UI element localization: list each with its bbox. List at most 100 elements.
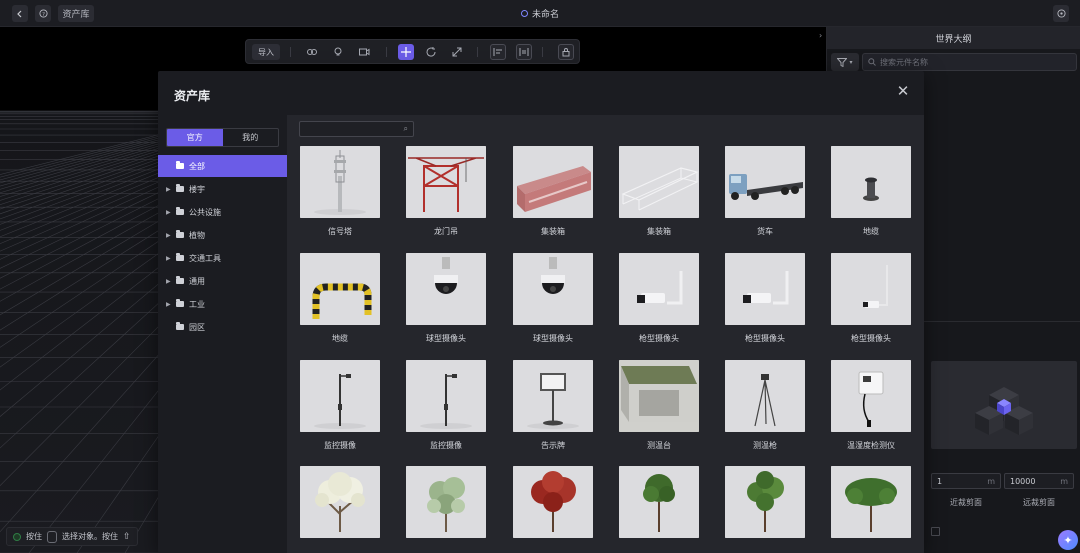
category-item[interactable]: ▶ 楼宇 — [158, 178, 287, 200]
outline-search-input[interactable]: 搜索元件名称 — [862, 53, 1077, 71]
asset-card[interactable]: 集装箱 — [513, 146, 593, 237]
asset-thumbnail-image — [619, 146, 699, 218]
link-tool-button[interactable] — [304, 44, 320, 60]
category-item[interactable]: 全部 — [158, 155, 287, 177]
asset-label: 龙门吊 — [434, 227, 458, 236]
asset-card[interactable]: 货车 — [725, 146, 805, 237]
asset-thumbnail — [513, 253, 593, 325]
asset-thumbnail — [725, 466, 805, 538]
asset-card[interactable]: 告示牌 — [513, 360, 593, 451]
asset-thumbnail — [725, 360, 805, 432]
top-bar: ? 资产库 未命名 — [0, 0, 1080, 27]
asset-thumbnail-image — [513, 466, 593, 538]
asset-thumbnail — [619, 146, 699, 218]
asset-card[interactable]: 枪型摄像头 — [831, 253, 911, 344]
help-button[interactable]: ? — [35, 5, 51, 22]
scale-tool-button[interactable] — [449, 44, 465, 60]
asset-thumbnail-image — [725, 253, 805, 325]
category-item[interactable]: 园区 — [158, 316, 287, 338]
category-item[interactable]: ▶ 交通工具 — [158, 247, 287, 269]
asset-card[interactable]: 枪型摄像头 — [725, 253, 805, 344]
folder-icon — [176, 276, 184, 284]
asset-card[interactable] — [831, 466, 911, 546]
asset-label: 球型摄像头 — [533, 334, 573, 343]
align-tool-button[interactable] — [490, 44, 506, 60]
outline-search-row: ▾ 搜索元件名称 — [831, 53, 1077, 71]
ai-assistant-button[interactable]: ✦ — [1058, 530, 1078, 550]
asset-thumbnail — [831, 466, 911, 538]
folder-icon — [176, 322, 184, 330]
asset-label: 货车 — [757, 227, 773, 236]
asset-label: 集装箱 — [647, 227, 671, 236]
asset-label: 地缆 — [332, 334, 348, 343]
asset-card[interactable]: 温湿度检测仪 — [831, 360, 911, 451]
document-title: 未命名 — [0, 0, 1080, 27]
lock-tool-button[interactable] — [558, 44, 574, 60]
asset-card[interactable]: 监控摄像 — [300, 360, 380, 451]
hint-press-text: 按住 — [26, 532, 42, 541]
lock-icon — [562, 48, 570, 57]
tab-official[interactable]: 官方 — [167, 129, 223, 146]
svg-text:?: ? — [42, 12, 45, 18]
camera-tool-button[interactable] — [356, 44, 372, 60]
settings-button[interactable] — [1053, 5, 1069, 22]
asset-card[interactable]: 集装箱 — [619, 146, 699, 237]
tab-mine[interactable]: 我的 — [223, 129, 279, 146]
category-item[interactable]: ▶ 工业 — [158, 293, 287, 315]
light-tool-button[interactable] — [330, 44, 346, 60]
folder-icon — [176, 230, 184, 238]
scale-icon — [452, 47, 462, 57]
asset-card[interactable]: 球型摄像头 — [406, 253, 486, 344]
caret-right-icon[interactable]: ▶ — [166, 255, 176, 262]
import-button[interactable]: 导入 — [252, 44, 280, 60]
camera-preview — [931, 361, 1077, 449]
caret-right-icon[interactable]: ▶ — [166, 186, 176, 193]
asset-card[interactable] — [300, 466, 380, 546]
asset-thumbnail-image — [831, 466, 911, 538]
asset-search-input[interactable]: ⌕ — [299, 121, 414, 137]
asset-card[interactable]: 测温枪 — [725, 360, 805, 451]
rotate-tool-button[interactable] — [423, 44, 439, 60]
asset-card[interactable]: 信号塔 — [300, 146, 380, 237]
caret-right-icon[interactable]: ▶ — [166, 301, 176, 308]
distribute-tool-button[interactable] — [516, 44, 532, 60]
near-clip-value: 1 — [937, 476, 943, 486]
back-button[interactable] — [12, 5, 28, 22]
asset-card[interactable] — [513, 466, 593, 546]
asset-thumbnail — [300, 146, 380, 218]
asset-card[interactable]: 枪型摄像头 — [619, 253, 699, 344]
move-tool-button[interactable] — [398, 44, 414, 60]
category-item[interactable]: ▶ 公共设施 — [158, 201, 287, 223]
far-clip-input[interactable]: 10000 m — [1004, 473, 1074, 489]
caret-right-icon[interactable]: ▶ — [166, 278, 176, 285]
filter-icon — [837, 57, 848, 67]
category-item[interactable]: ▶ 植物 — [158, 224, 287, 246]
caret-right-icon[interactable]: ▶ — [166, 209, 176, 216]
filter-button[interactable]: ▾ — [831, 53, 859, 71]
collapse-panel-button[interactable]: › — [819, 31, 827, 45]
close-icon[interactable]: ✕ — [896, 84, 910, 99]
sparkle-icon: ✦ — [1063, 533, 1073, 547]
option-checkbox[interactable] — [931, 527, 940, 536]
asset-card[interactable]: 龙门吊 — [406, 146, 486, 237]
asset-label: 地缆 — [863, 227, 879, 236]
document-title-text: 未命名 — [531, 10, 559, 20]
asset-card[interactable] — [619, 466, 699, 546]
caret-right-icon[interactable]: ▶ — [166, 232, 176, 239]
chevron-left-icon — [17, 10, 22, 17]
asset-thumbnail-image — [513, 360, 593, 432]
near-clip-input[interactable]: 1 m — [931, 473, 1001, 489]
category-item[interactable]: ▶ 通用 — [158, 270, 287, 292]
light-icon — [334, 47, 342, 56]
asset-card[interactable]: 测温台 — [619, 360, 699, 451]
asset-card[interactable]: 监控摄像 — [406, 360, 486, 451]
asset-card[interactable]: 球型摄像头 — [513, 253, 593, 344]
camera-icon — [359, 48, 370, 56]
asset-card[interactable] — [725, 466, 805, 546]
asset-thumbnail — [406, 360, 486, 432]
asset-thumbnail — [725, 146, 805, 218]
asset-library-button[interactable]: 资产库 — [58, 5, 94, 22]
asset-card[interactable] — [406, 466, 486, 546]
asset-card[interactable]: 地缆 — [300, 253, 380, 344]
asset-card[interactable]: 地缆 — [831, 146, 911, 237]
